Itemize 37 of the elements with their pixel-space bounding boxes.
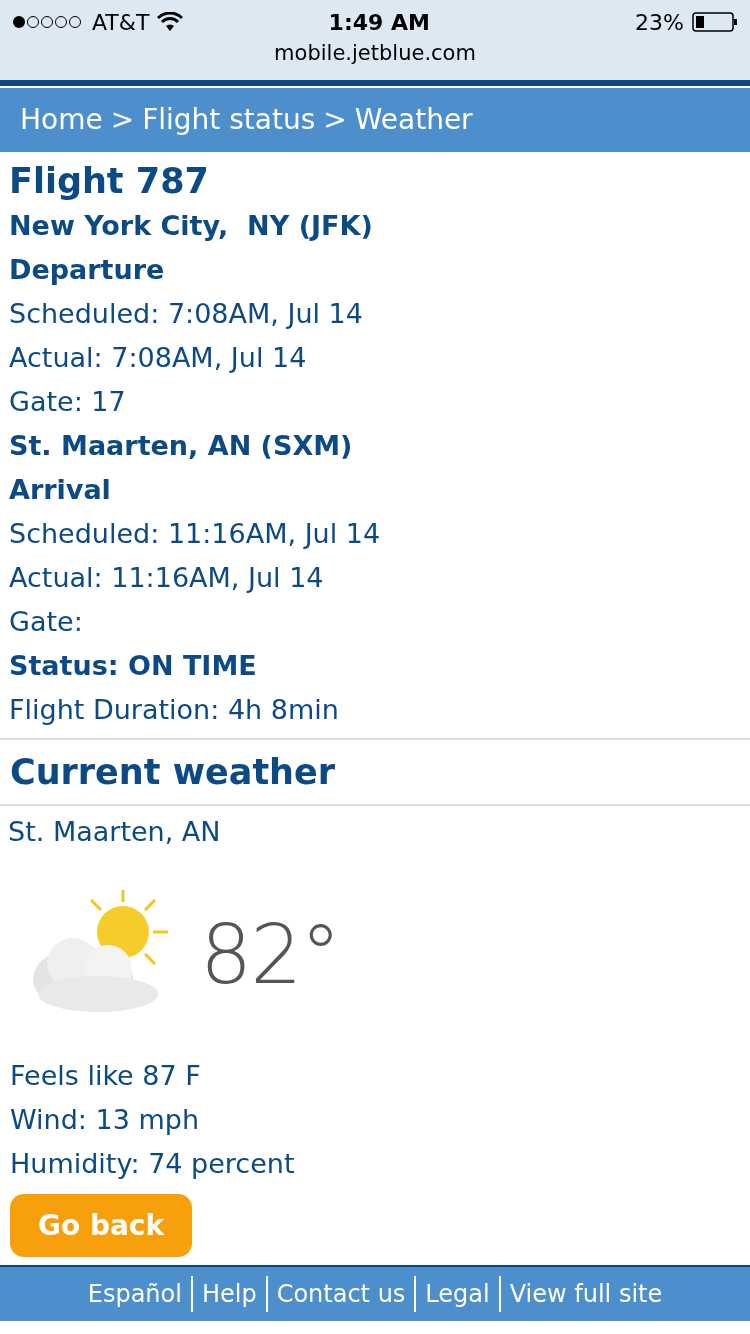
go-back-button[interactable]: Go back <box>10 1194 192 1257</box>
flight-detail: Flight Duration: 4h 8min <box>9 694 339 725</box>
weather-detail: Humidity: 74 percent <box>10 1148 295 1179</box>
weather-detail: Wind: 13 mph <box>10 1104 200 1135</box>
weather-location: St. Maarten, AN <box>8 816 221 847</box>
breadcrumb-separator: > <box>110 102 135 138</box>
footer-link[interactable]: Legal <box>414 1276 499 1312</box>
flight-title: Flight 787 <box>9 161 209 201</box>
signal-icon <box>12 15 84 29</box>
flight-heading: St. Maarten, AN (SXM) <box>9 430 353 461</box>
flight-heading: New York City, NY (JFK) <box>9 210 373 241</box>
flight-heading: Departure <box>9 254 165 285</box>
clock-time: 1:49 AM <box>328 8 430 37</box>
carrier-name: AT&T <box>92 8 150 37</box>
flight-detail: Scheduled: 11:16AM, Jul 14 <box>9 518 381 549</box>
footer-link[interactable]: View full site <box>498 1276 672 1312</box>
page-url[interactable]: mobile.jetblue.com <box>274 41 476 65</box>
footer-link[interactable]: Help <box>190 1276 266 1312</box>
battery-icon <box>692 12 738 32</box>
wifi-icon <box>157 12 184 32</box>
breadcrumb-link[interactable]: Flight status <box>142 99 316 141</box>
battery-percent: 23% <box>635 8 684 37</box>
breadcrumb-current: Weather <box>354 102 473 138</box>
footer-link[interactable]: Contact us <box>265 1276 415 1312</box>
flight-detail: Gate: 17 <box>9 386 126 417</box>
flight-detail: Scheduled: 7:08AM, Jul 14 <box>9 298 363 329</box>
flight-detail: Actual: 7:08AM, Jul 14 <box>9 342 307 373</box>
flight-detail: Actual: 11:16AM, Jul 14 <box>9 562 324 593</box>
breadcrumb-link[interactable]: Home <box>20 99 103 141</box>
flight-detail: Gate: <box>9 606 83 637</box>
weather-detail: Feels like 87 F <box>10 1060 201 1091</box>
footer-link[interactable]: Español <box>78 1276 191 1312</box>
section-heading: Current weather <box>10 752 336 792</box>
flight-heading: Arrival <box>9 474 111 505</box>
temperature: 82° <box>200 905 340 1004</box>
breadcrumb-separator: > <box>323 102 347 138</box>
flight-heading: Status: ON TIME <box>9 650 257 681</box>
